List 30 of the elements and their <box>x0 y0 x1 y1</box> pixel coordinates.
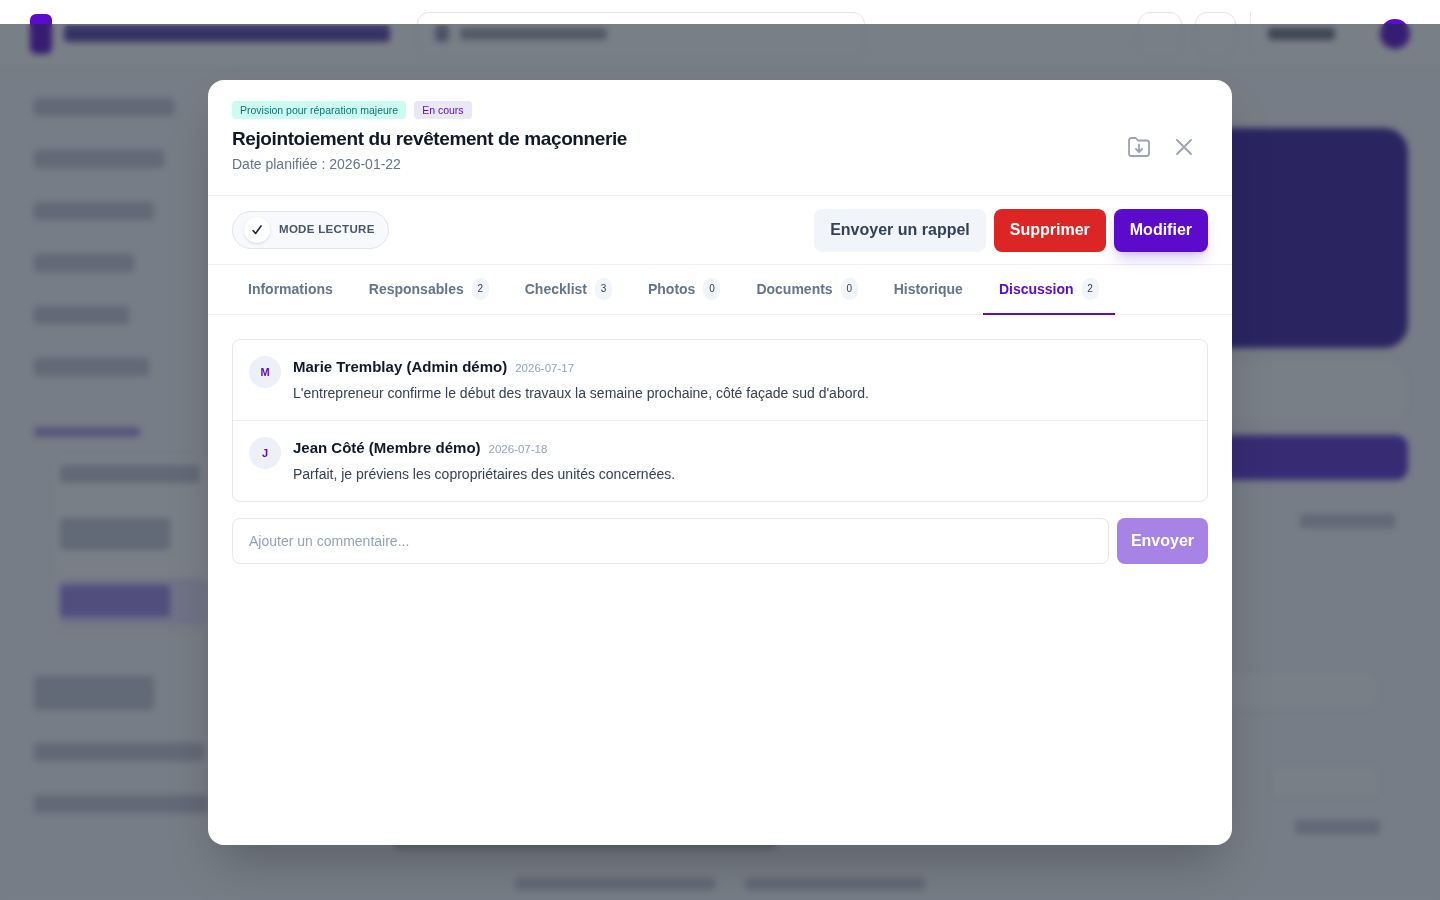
tab-count: 0 <box>703 278 721 300</box>
tab[interactable]: Documents 0 <box>740 265 874 315</box>
category-tag: Provision pour réparation majeure <box>232 101 407 119</box>
modal-title: Rejointoiement du revêtement de maçonnerie <box>232 127 627 151</box>
comment-author: Marie Tremblay (Admin démo) <box>293 357 508 377</box>
tab-count: 0 <box>840 278 858 300</box>
tab-count: 3 <box>594 278 612 300</box>
edit-button[interactable]: Modifier <box>1113 208 1208 252</box>
tab-count: 2 <box>471 278 489 300</box>
avatar: M <box>249 356 281 388</box>
read-mode-toggle[interactable]: MODE LECTURE <box>232 211 389 249</box>
tab[interactable]: Responsables 2 <box>352 265 505 315</box>
comment-date: 2026-07-17 <box>515 361 575 376</box>
delete-button[interactable]: Supprimer <box>993 208 1106 252</box>
status-tag: En cours <box>414 101 472 119</box>
comment-date: 2026-07-18 <box>488 442 548 457</box>
tab-count: 2 <box>1081 278 1099 300</box>
avatar: J <box>249 437 281 469</box>
send-reminder-button[interactable]: Envoyer un rappel <box>814 208 986 252</box>
tab[interactable]: Discussion 2 <box>982 265 1115 315</box>
tab[interactable]: Photos 0 <box>631 265 737 315</box>
tab[interactable]: Informations <box>232 265 349 315</box>
comment-text: L'entrepreneur confirme le début des travaux la semaine prochaine, côté façade sud d'abord. <box>293 384 869 403</box>
close-icon[interactable] <box>1176 139 1192 155</box>
comment-text: Parfait, je préviens les copropriétaires des unités concernées. <box>293 465 676 484</box>
folder-download-icon[interactable] <box>1128 137 1150 157</box>
planned-date: Date planifiée : 2026-01-22 <box>232 155 402 174</box>
comment-author: Jean Côté (Membre démo) <box>293 438 481 458</box>
tab[interactable]: Checklist 3 <box>508 265 628 315</box>
tab[interactable]: Historique <box>877 265 979 315</box>
